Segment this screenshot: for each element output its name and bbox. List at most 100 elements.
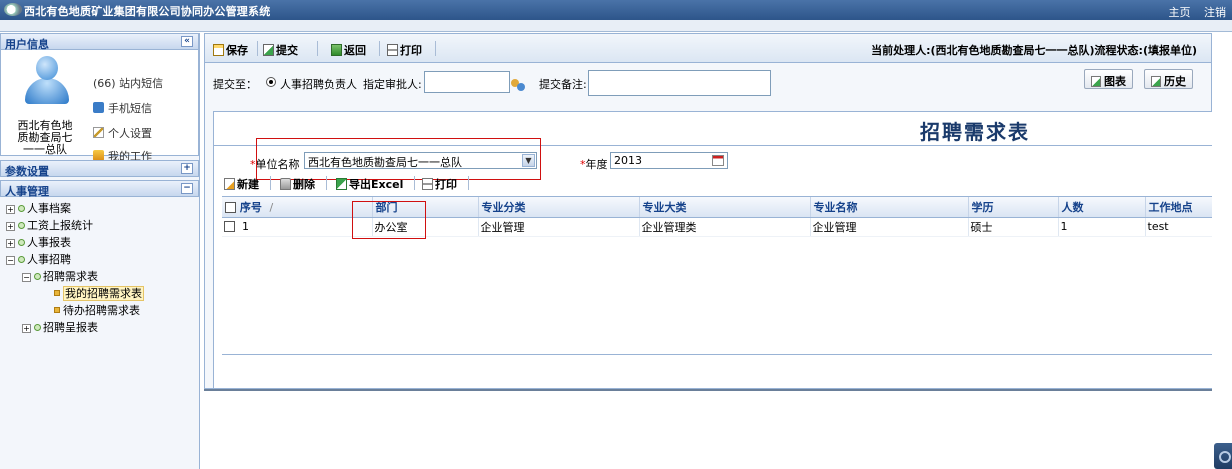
column-header-count[interactable]: 人数	[1058, 197, 1146, 218]
cell-education: 硕士	[968, 217, 1059, 237]
node-icon	[18, 239, 25, 246]
main-content: 保存 提交 返回 打印 当前处理人:(西北有色地质勘查局七一一总队)流程状态:(…	[204, 33, 1215, 469]
tree-item-salary[interactable]: + 工资上报统计	[0, 218, 199, 235]
approver-input[interactable]	[424, 71, 510, 93]
year-label: *年度	[580, 158, 608, 171]
param-settings-title: 参数设置	[5, 165, 49, 178]
user-info-panel: 西北有色地质勘查局七一一总队 (66) 站内短信 手机短信 个人设置 我的工作	[0, 50, 199, 163]
cell-major-name: 企业管理	[810, 217, 969, 237]
form-title: 招聘需求表	[920, 120, 1030, 144]
note-input[interactable]	[588, 70, 771, 96]
form-area: 招聘需求表 *单位名称 西北有色地质勘查局七一一总队 ▼ *年度 2013 新建…	[204, 103, 1215, 389]
logout-link[interactable]: 注销	[1204, 6, 1226, 19]
select-all-checkbox[interactable]	[225, 201, 236, 213]
minus-icon[interactable]: −	[22, 273, 31, 282]
leaf-icon	[54, 307, 60, 313]
tree-item-reports[interactable]: + 人事报表	[0, 235, 199, 252]
footer-divider	[204, 389, 1212, 391]
personal-settings-link[interactable]: 个人设置	[93, 125, 152, 141]
main-toolbar: 保存 提交 返回 打印 当前处理人:(西北有色地质勘查局七一一总队)流程状态:(…	[204, 33, 1212, 63]
messages-link[interactable]: (66) 站内短信	[93, 75, 163, 91]
plus-icon[interactable]: +	[6, 239, 15, 248]
tree-item-archives[interactable]: + 人事档案	[0, 201, 199, 218]
year-input[interactable]: 2013	[610, 152, 728, 169]
sms-link[interactable]: 手机短信	[93, 100, 152, 116]
demand-table: 序号 / 部门 专业分类 专业大类 专业名称 学历 人数 工作地点 1 办公室 …	[222, 196, 1215, 354]
print-button[interactable]: 打印	[387, 42, 422, 58]
cell-location: test	[1145, 217, 1215, 237]
new-button[interactable]: 新建	[224, 176, 259, 192]
radio-hr-recruit-head-label[interactable]: 人事招聘负责人	[280, 76, 357, 92]
leaf-icon	[54, 290, 60, 296]
column-header-location[interactable]: 工作地点	[1145, 197, 1215, 218]
back-button[interactable]: 返回	[331, 42, 366, 58]
column-header-major-category[interactable]: 专业分类	[478, 197, 640, 218]
excel-icon	[336, 178, 347, 190]
collapse-sidebar-button[interactable]: «	[181, 36, 193, 47]
approver-label: 指定审批人:	[363, 78, 422, 91]
home-link[interactable]: 主页	[1169, 6, 1191, 19]
column-header-index[interactable]: 序号 /	[222, 197, 373, 218]
cell-major-class: 企业管理类	[639, 217, 811, 237]
radio-hr-recruit-head[interactable]	[266, 77, 276, 87]
history-icon	[1151, 76, 1161, 87]
table-row[interactable]: 1 办公室 企业管理 企业管理类 企业管理 硕士 1 test	[222, 217, 1215, 237]
chart-button[interactable]: 图表	[1084, 69, 1133, 89]
submit-to-label: 提交至：	[213, 78, 257, 91]
column-header-major-name[interactable]: 专业名称	[810, 197, 969, 218]
param-settings-header[interactable]: 参数设置 +	[0, 160, 199, 178]
phone-icon	[93, 102, 104, 113]
export-excel-button[interactable]: 导出Excel	[336, 176, 403, 192]
minus-icon[interactable]: −	[6, 256, 15, 265]
column-header-dept[interactable]: 部门	[372, 197, 479, 218]
avatar	[21, 54, 73, 104]
tree-item-recruit-report[interactable]: + 招聘呈报表	[0, 320, 199, 337]
submit-icon	[263, 44, 274, 56]
save-button[interactable]: 保存	[213, 42, 248, 58]
hr-management-header[interactable]: 人事管理 −	[0, 180, 199, 198]
edit-icon	[93, 127, 104, 138]
column-header-education[interactable]: 学历	[968, 197, 1059, 218]
new-icon	[224, 178, 235, 190]
top-links: 主页 注销	[1159, 4, 1227, 20]
unit-select-value: 西北有色地质勘查局七一一总队	[308, 156, 462, 169]
hr-tree: + 人事档案 + 工资上报统计 + 人事报表 − 人事招聘 − 招聘需求表 我的招聘需求表…	[0, 197, 199, 337]
personal-settings-label: 个人设置	[108, 127, 152, 140]
plus-icon[interactable]: +	[6, 222, 15, 231]
current-handler-status: 当前处理人:(西北有色地质勘查局七一一总队)流程状态:(填报单位)	[871, 44, 1197, 57]
submit-button[interactable]: 提交	[263, 42, 298, 58]
plus-icon[interactable]: +	[22, 324, 31, 333]
back-icon	[331, 44, 342, 56]
sidebar: 用户信息 « 西北有色地质勘查局七一一总队 (66) 站内短信 手机短信 个人设…	[0, 33, 200, 469]
tree-item-todo-demand[interactable]: 待办招聘需求表	[0, 303, 199, 320]
tree-item-my-demand[interactable]: 我的招聘需求表	[0, 286, 199, 303]
save-icon	[213, 44, 224, 56]
messages-label: (66) 站内短信	[93, 77, 164, 90]
right-edge	[1212, 33, 1232, 469]
cell-major-category: 企业管理	[478, 217, 640, 237]
side-tool-icon[interactable]	[1214, 443, 1232, 469]
chevron-down-icon[interactable]: ▼	[522, 154, 535, 167]
node-icon	[18, 256, 25, 263]
row-checkbox[interactable]	[224, 221, 235, 232]
plus-icon[interactable]: +	[6, 205, 15, 214]
collapse-icon[interactable]: −	[181, 183, 193, 194]
tree-item-demand[interactable]: − 招聘需求表	[0, 269, 199, 286]
print-icon	[387, 44, 398, 56]
unit-select[interactable]: 西北有色地质勘查局七一一总队 ▼	[304, 152, 537, 169]
column-header-major-class[interactable]: 专业大类	[639, 197, 811, 218]
tree-item-recruit[interactable]: − 人事招聘	[0, 252, 199, 269]
user-picker-icon[interactable]	[511, 79, 525, 91]
expand-icon[interactable]: +	[181, 163, 193, 174]
print-icon	[422, 178, 433, 190]
calendar-icon[interactable]	[712, 155, 724, 166]
delete-button[interactable]: 删除	[280, 176, 315, 192]
user-name: 西北有色地质勘查局七一一总队	[17, 119, 73, 156]
history-button[interactable]: 历史	[1144, 69, 1193, 89]
node-icon	[34, 273, 41, 280]
cell-count: 1	[1058, 217, 1146, 237]
unit-label: *单位名称	[250, 158, 300, 171]
app-title-bar: 西北有色地质矿业集团有限公司协同办公管理系统 主页 注销	[0, 0, 1232, 20]
submit-row: 提交至： 人事招聘负责人 指定审批人: 提交备注:	[204, 63, 1212, 103]
grid-print-button[interactable]: 打印	[422, 176, 457, 192]
